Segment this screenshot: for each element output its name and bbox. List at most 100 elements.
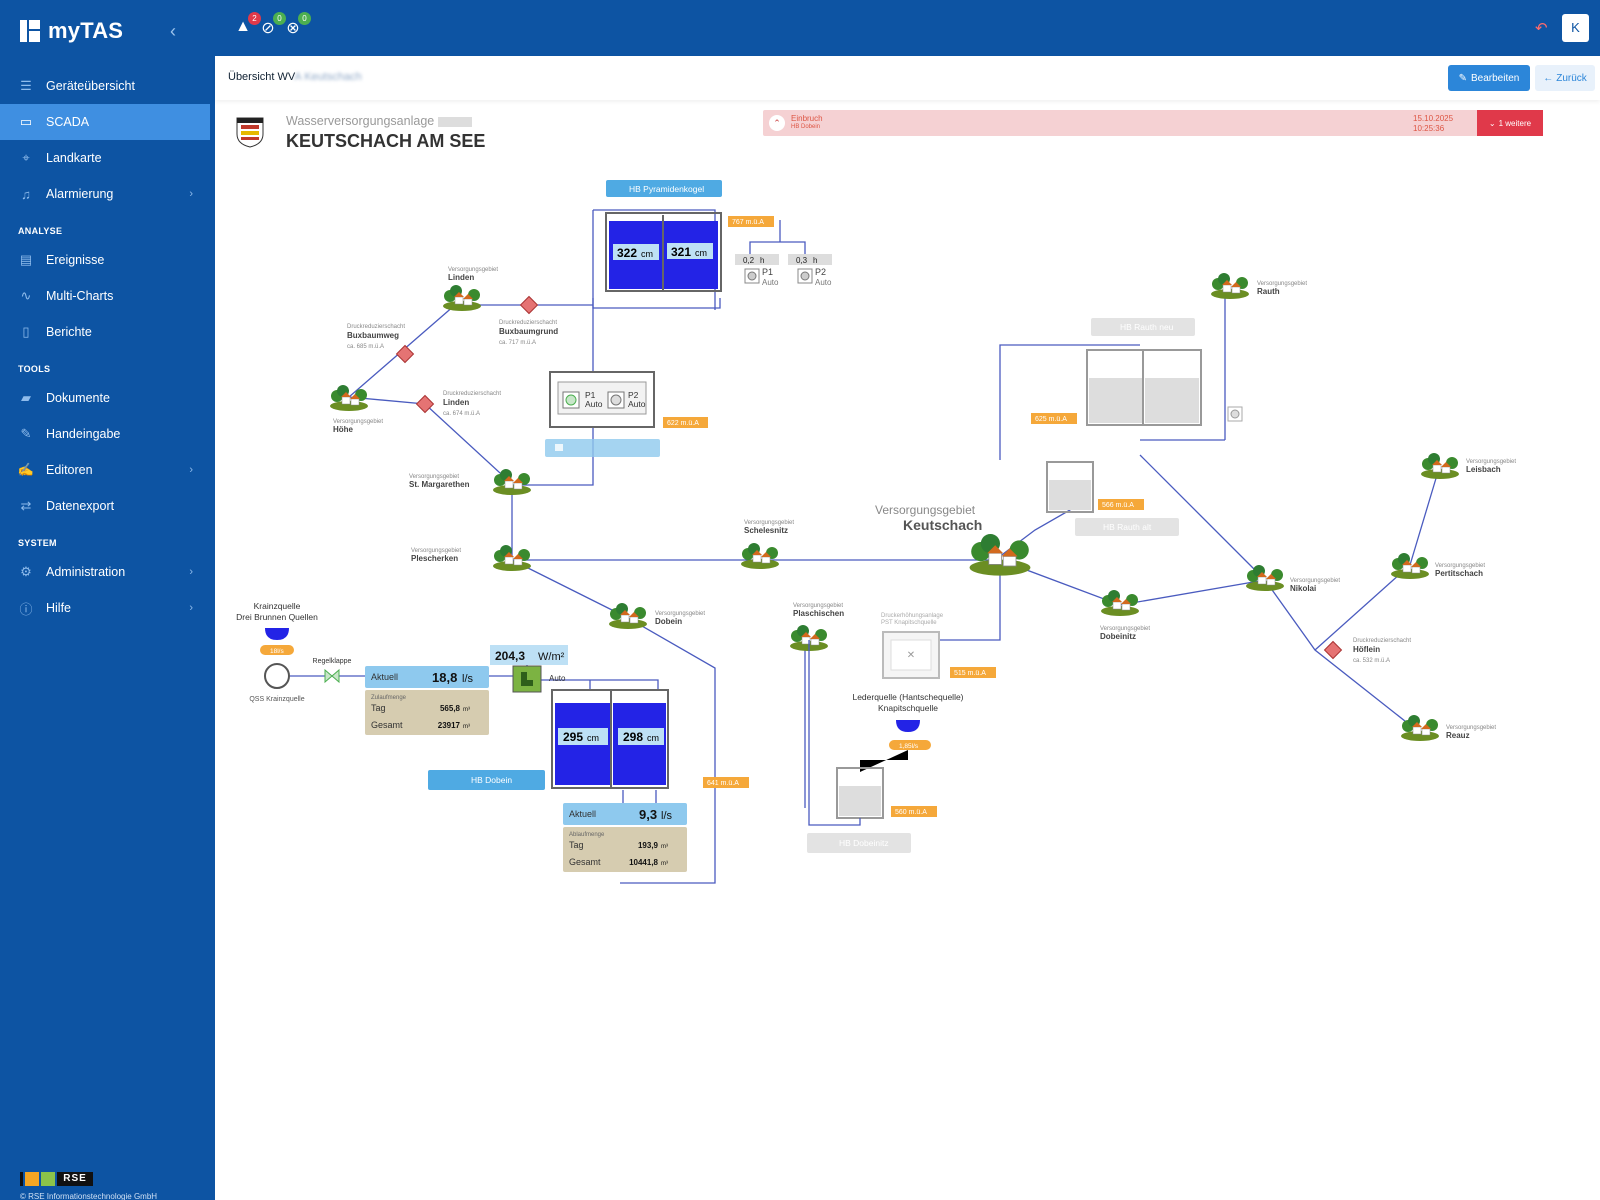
edit-button[interactable]: ✎ Bearbeiten: [1448, 65, 1530, 91]
area-pertitschach[interactable]: Versorgungsgebiet Pertitschach: [1390, 552, 1485, 580]
sidebar-item-label: Administration: [46, 565, 126, 579]
area-dobein[interactable]: Versorgungsgebiet Dobein: [608, 602, 705, 630]
svg-text:Druckreduzierschacht: Druckreduzierschacht: [443, 391, 501, 397]
area-reauz[interactable]: Versorgungsgebiet Reauz: [1400, 714, 1496, 742]
sidebar-item-berichte[interactable]: ▯ Berichte: [0, 314, 215, 350]
valve-hoeflein[interactable]: Druckreduzierschacht Höflein ca. 532 m.ü…: [1324, 638, 1412, 664]
svg-text:0,3: 0,3: [796, 256, 808, 265]
svg-text:Dobein: Dobein: [655, 617, 682, 626]
sidebar-item-label: Editoren: [46, 463, 93, 477]
pump-station[interactable]: P1 Auto P2 Auto 622 m.ü.A: [545, 371, 708, 457]
sidebar-item-label: Geräteübersicht: [46, 79, 135, 93]
sidebar-item-alarmierung[interactable]: ♫ Alarmierung ›: [0, 176, 215, 212]
chart-line-icon: ∿: [20, 288, 32, 303]
sidebar-item-scada[interactable]: ▭ SCADA: [0, 104, 210, 140]
chevron-right-icon: ›: [189, 602, 193, 614]
svg-text:Aktuell: Aktuell: [569, 809, 596, 819]
sidebar-item-multi-charts[interactable]: ∿ Multi-Charts: [0, 278, 215, 314]
list-icon: ☰: [20, 78, 32, 93]
inflow-panel[interactable]: Aktuell 18,8 l/s Zulaufmenge Tag 565,8 m…: [365, 645, 568, 735]
sidebar-item-label: Dokumente: [46, 391, 110, 405]
warning-icon[interactable]: ▲ 2: [233, 12, 261, 38]
svg-text:298: 298: [623, 730, 643, 744]
area-rauth[interactable]: Versorgungsgebiet Rauth: [1210, 272, 1307, 300]
collapse-sidebar-icon[interactable]: ‹: [170, 22, 188, 40]
area-schelesnitz[interactable]: Versorgungsgebiet Schelesnitz: [740, 520, 794, 570]
area-keutschach[interactable]: Versorgungsgebiet Keutschach: [875, 503, 1032, 577]
krainzquelle[interactable]: Krainzquelle Drei Brunnen Quellen 18l/s …: [236, 601, 351, 703]
edit-icon: ✎: [1458, 72, 1467, 84]
svg-text:Druckreduzierschacht: Druckreduzierschacht: [347, 324, 405, 330]
svg-text:625 m.ü.A: 625 m.ü.A: [1035, 416, 1067, 423]
svg-text:Buxbaumweg: Buxbaumweg: [347, 331, 399, 340]
valve-buxbaumweg[interactable]: Druckreduzierschacht Buxbaumweg ca. 685 …: [347, 324, 414, 363]
undo-icon[interactable]: ↶: [1535, 19, 1548, 37]
svg-text:h: h: [813, 256, 817, 265]
user-avatar[interactable]: K: [1562, 14, 1589, 42]
sidebar: myTAS ‹ ☰ Geräteübersicht ▭ SCADA ⌖ Land…: [0, 0, 215, 1200]
edit-icon: ✍: [17, 462, 35, 477]
back-button[interactable]: ← Zurück: [1535, 65, 1595, 91]
svg-text:23917: 23917: [438, 721, 461, 730]
sidebar-item-landkarte[interactable]: ⌖ Landkarte: [0, 140, 215, 176]
sidebar-item-dokumente[interactable]: ▰ Dokumente: [0, 380, 215, 416]
eye-off-icon[interactable]: ⊘ 0: [258, 12, 286, 38]
sidebar-item-administration[interactable]: ⚙ Administration ›: [0, 554, 215, 590]
table-icon: ▤: [19, 252, 33, 267]
app-name: myTAS: [48, 18, 124, 43]
sidebar-nav: ☰ Geräteübersicht ▭ SCADA ⌖ Landkarte ♫ …: [0, 68, 215, 626]
area-hoehe[interactable]: Versorgungsgebiet Höhe: [329, 384, 383, 434]
svg-text:P1: P1: [762, 267, 773, 277]
sidebar-item-hilfe[interactable]: ⓘ Hilfe ›: [0, 590, 215, 626]
sidebar-item-geraeteuebersicht[interactable]: ☰ Geräteübersicht: [0, 68, 215, 104]
svg-text:Leisbach: Leisbach: [1466, 465, 1501, 474]
sidebar-item-label: Ereignisse: [46, 253, 105, 267]
svg-text:h: h: [760, 256, 764, 265]
lederquelle[interactable]: Lederquelle (Hantschequelle) Knapitschqu…: [852, 692, 964, 772]
svg-text:Plaschischen: Plaschischen: [793, 609, 844, 618]
area-plescherken[interactable]: Versorgungsgebiet Plescherken: [411, 544, 532, 572]
sidebar-item-ereignisse[interactable]: ▤ Ereignisse: [0, 242, 215, 278]
svg-text:St. Margarethen: St. Margarethen: [409, 480, 470, 489]
svg-text:m³: m³: [661, 861, 668, 867]
bell-off-icon[interactable]: ⊗ 0: [283, 12, 311, 38]
svg-text:m³: m³: [661, 844, 668, 850]
svg-text:HB Pyramidenkogel: HB Pyramidenkogel: [629, 184, 704, 194]
area-st-margarethen[interactable]: Versorgungsgebiet St. Margarethen: [409, 468, 532, 496]
area-leisbach[interactable]: Versorgungsgebiet Leisbach: [1420, 452, 1516, 480]
svg-text:ca. 674 m.ü.A: ca. 674 m.ü.A: [443, 411, 480, 417]
svg-text:l/s: l/s: [462, 673, 474, 685]
sidebar-item-datenexport[interactable]: ⇄ Datenexport: [0, 488, 215, 524]
area-dobeinitz[interactable]: Versorgungsgebiet Dobeinitz: [1100, 589, 1150, 641]
svg-text:204,3: 204,3: [495, 649, 525, 663]
sidebar-item-label: Handeingabe: [46, 427, 121, 441]
hb-rauth-alt[interactable]: 566 m.ü.A HB Rauth alt: [1046, 461, 1179, 536]
svg-text:Tag: Tag: [569, 840, 584, 850]
svg-text:560 m.ü.A: 560 m.ü.A: [895, 809, 927, 816]
area-nikolai[interactable]: Versorgungsgebiet Nikolai: [1245, 564, 1340, 593]
svg-text:321: 321: [671, 245, 691, 259]
edit-button-label: Bearbeiten: [1471, 72, 1520, 84]
svg-text:Nikolai: Nikolai: [1290, 584, 1316, 593]
sidebar-item-label: SCADA: [46, 115, 90, 129]
sidebar-item-editoren[interactable]: ✍ Editoren ›: [0, 452, 215, 488]
svg-text:Tag: Tag: [371, 703, 386, 713]
svg-text:Zulaufmenge: Zulaufmenge: [371, 695, 407, 701]
breadcrumb: Übersicht WVA Keutschach: [228, 71, 362, 83]
scada-content: Wasserversorgungsanlage KEUTSCHACH AM SE…: [215, 100, 1600, 1200]
valve-buxbaumgrund[interactable]: Druckreduzierschacht Buxbaumgrund ca. 71…: [499, 296, 558, 346]
svg-text:ca. 532 m.ü.A: ca. 532 m.ü.A: [1353, 658, 1390, 664]
hb-rauth-neu[interactable]: HB Rauth neu 625 m.ü.A: [1031, 318, 1243, 426]
page-header: Übersicht WVA Keutschach ✎ Bearbeiten ← …: [215, 56, 1600, 100]
pressure-booster-station[interactable]: Druckerhöhungsanlage PST Knapitschquelle…: [881, 613, 996, 679]
app-logo[interactable]: myTAS: [20, 18, 123, 44]
svg-text:Linden: Linden: [448, 273, 474, 282]
svg-text:m³: m³: [463, 724, 470, 730]
svg-text:Plescherken: Plescherken: [411, 554, 458, 563]
section-analyse: ANALYSE: [18, 226, 63, 236]
sidebar-item-handeingabe[interactable]: ✎ Handeingabe: [0, 416, 215, 452]
hb-pyramidenkogel[interactable]: HB Pyramidenkogel 322 cm 321 cm 767 m.ü.…: [605, 180, 832, 292]
valve-linden[interactable]: Druckreduzierschacht Linden ca. 674 m.ü.…: [416, 391, 502, 417]
svg-text:W/m²: W/m²: [538, 651, 565, 663]
area-plaschischen[interactable]: Versorgungsgebiet Plaschischen: [789, 603, 844, 652]
